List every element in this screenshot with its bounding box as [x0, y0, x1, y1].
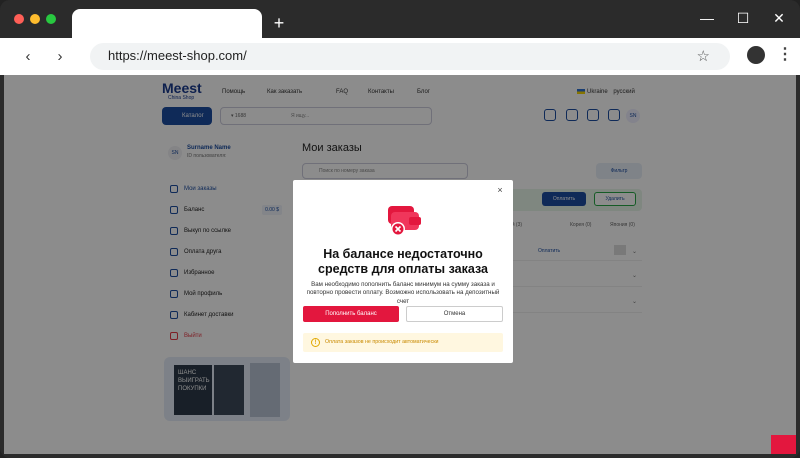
warning-text: Оплата заказов не происходит автоматичес…	[325, 339, 439, 345]
browser-window: + — ☐ ✕ ‹ › https://meest-shop.com/ ☆ ⋮ …	[0, 0, 800, 458]
new-tab-button[interactable]: +	[270, 12, 288, 34]
close-icon[interactable]: ✕	[770, 9, 788, 27]
warning-icon: !	[311, 338, 320, 347]
url-text: https://meest-shop.com/	[108, 48, 247, 63]
minimize-window-dot[interactable]	[30, 14, 40, 24]
warning-notice: ! Оплата заказов не происходит автоматич…	[303, 333, 503, 352]
chat-widget[interactable]	[771, 435, 796, 454]
forward-icon[interactable]: ›	[50, 47, 70, 67]
cancel-button[interactable]: Отмена	[406, 306, 503, 322]
maximize-window-dot[interactable]	[46, 14, 56, 24]
title-bar: + — ☐ ✕	[0, 0, 800, 39]
insufficient-balance-modal: × На балансе недостаточно средств для оп…	[293, 180, 513, 363]
bookmark-star-icon[interactable]: ☆	[697, 47, 710, 65]
close-window-dot[interactable]	[14, 14, 24, 24]
close-icon[interactable]: ×	[495, 185, 505, 195]
browser-menu-icon[interactable]: ⋮	[777, 46, 793, 64]
top-up-balance-button[interactable]: Пополнить баланс	[303, 306, 399, 322]
browser-tab[interactable]	[72, 9, 262, 39]
minimize-icon[interactable]: —	[698, 9, 716, 27]
browser-toolbar: ‹ › https://meest-shop.com/ ☆	[0, 38, 800, 75]
address-bar[interactable]: https://meest-shop.com/ ☆	[90, 43, 730, 70]
back-icon[interactable]: ‹	[18, 47, 38, 67]
modal-title: На балансе недостаточно средств для опла…	[318, 247, 488, 276]
profile-icon[interactable]	[747, 46, 765, 64]
page-viewport: Meest China Shop Помощь Как заказать FAQ…	[4, 75, 796, 454]
wallet-error-icon	[388, 206, 421, 236]
page-content: Meest China Shop Помощь Как заказать FAQ…	[4, 75, 796, 454]
maximize-icon[interactable]: ☐	[734, 9, 752, 27]
modal-description: Вам необходимо пополнить баланс минимум …	[306, 281, 500, 305]
